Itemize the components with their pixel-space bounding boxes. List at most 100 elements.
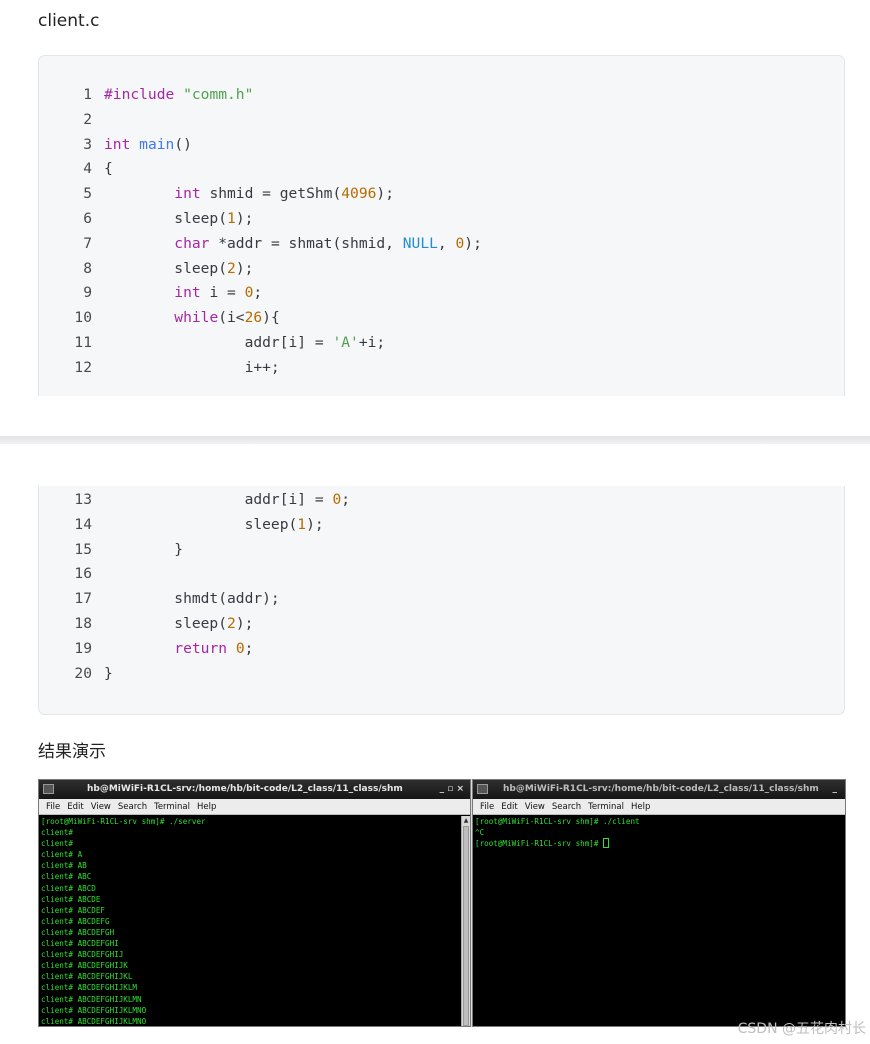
code-line: 9 int i = 0; <box>39 281 262 306</box>
terminal-line: client# <box>41 828 74 838</box>
line-number: 5 <box>83 185 92 203</box>
line-number: 9 <box>83 284 92 302</box>
client-terminal-output: [root@MiWiFi-R1CL-srv shm]# ./client ^C [r… <box>475 816 843 1026</box>
terminal-line: [root@MiWiFi-R1CL-srv shm]# ./client <box>475 817 640 826</box>
terminal-screenshot: hb@MiWiFi-R1CL-srv:/home/hb/bit-code/L2_… <box>38 779 846 1027</box>
line-number: 3 <box>83 135 92 153</box>
line-number: 8 <box>83 259 92 277</box>
line-number: 15 <box>74 540 92 558</box>
line-number: 2 <box>83 110 92 128</box>
server-terminal-titlebar[interactable]: hb@MiWiFi-R1CL-srv:/home/hb/bit-code/L2_… <box>39 780 470 799</box>
code-text: i++; <box>104 358 280 376</box>
client-terminal-titlebar[interactable]: hb@MiWiFi-R1CL-srv:/home/hb/bit-code/L2_… <box>473 780 845 799</box>
code-line: 1 #include "comm.h" <box>39 83 253 108</box>
line-number: 10 <box>74 309 92 327</box>
line-number: 19 <box>74 639 92 657</box>
terminal-icon <box>477 784 488 794</box>
line-number: 20 <box>74 664 92 682</box>
watermark: CSDN @五花肉村长 <box>737 1021 866 1037</box>
scroll-thumb[interactable] <box>463 826 469 1026</box>
menu-item-search[interactable]: Search <box>552 802 581 812</box>
code-text: sleep(1); <box>104 515 324 533</box>
terminal-line: client# ABCDEFGHIJKLMN <box>41 994 142 1004</box>
line-number: 6 <box>83 209 92 227</box>
terminal-line: client# ABCDEFGHIJKL <box>41 972 133 982</box>
code-lines: 1 #include "comm.h" 2 3 int main() 4 {5 int sh… <box>39 83 482 381</box>
code-line: 19 return 0; <box>39 637 253 662</box>
code-line: 5 int shmid = getShm(4096); <box>39 182 394 207</box>
terminal-line: client# ABCDEFGHIJKLMNO <box>41 1016 147 1026</box>
code-text: shmdt(addr); <box>104 590 280 608</box>
code-line: 17 shmdt(addr); <box>39 587 279 612</box>
menu-item-help[interactable]: Help <box>197 802 216 812</box>
menu-item-terminal[interactable]: Terminal <box>588 802 624 812</box>
menu-item-file[interactable]: File <box>46 802 60 812</box>
code-text: int shmid = getShm(4096); <box>174 185 394 203</box>
terminal-line: client# ABC <box>41 872 92 882</box>
code-line: 6 sleep(1); <box>39 207 253 232</box>
line-number: 18 <box>74 614 92 632</box>
code-text: #include "comm.h" <box>104 86 254 103</box>
server-terminal-title: hb@MiWiFi-R1CL-srv:/home/hb/bit-code/L2_… <box>87 784 403 794</box>
code-line: 7 char *addr = shmat(shmid, NULL, 0); <box>39 232 482 257</box>
code-line: 2 <box>39 108 92 133</box>
server-terminal-menubar: File Edit View Search Terminal Help <box>39 799 470 815</box>
window-controls-icon[interactable]: _ ▫ × <box>440 780 464 799</box>
line-number: 13 <box>74 491 92 508</box>
terminal-line: client# A <box>41 850 83 860</box>
menu-item-terminal[interactable]: Terminal <box>154 802 190 812</box>
menu-item-edit[interactable]: Edit <box>501 802 517 812</box>
code-text: while(i<26){ <box>174 309 280 327</box>
code-text: { <box>104 160 113 178</box>
line-number: 7 <box>83 234 92 252</box>
terminal-line: client# ABCDEFG <box>41 916 110 926</box>
menu-item-file[interactable]: File <box>480 802 494 812</box>
menu-item-view[interactable]: View <box>91 802 111 812</box>
code-line: 16 <box>39 562 92 587</box>
terminal-line: client# ABCDEFGH <box>41 927 115 937</box>
terminal-line: client# ABCDEFGHIJK <box>41 961 128 971</box>
terminal-line: [root@MiWiFi-R1CL-srv shm]# ./server <box>41 817 206 826</box>
menu-item-edit[interactable]: Edit <box>67 802 83 812</box>
terminal-line: client# ABCDEFGHIJKLM <box>41 983 138 993</box>
terminal-line: [root@MiWiFi-R1CL-srv shm]# <box>475 838 843 849</box>
file-heading: client.c <box>38 11 100 31</box>
line-number: 12 <box>74 358 92 376</box>
menu-item-search[interactable]: Search <box>118 802 147 812</box>
server-terminal-window: hb@MiWiFi-R1CL-srv:/home/hb/bit-code/L2_… <box>38 779 471 1027</box>
terminal-line: client# AB <box>41 861 87 871</box>
client-terminal-title: hb@MiWiFi-R1CL-srv:/home/hb/bit-code/L2_… <box>503 784 819 794</box>
code-line: 10 while(i<26){ <box>39 306 279 331</box>
line-number: 14 <box>74 515 92 533</box>
server-terminal-scrollbar[interactable]: ▲ <box>461 816 470 1026</box>
line-number: 11 <box>74 333 92 351</box>
terminal-line: client# ABCDE <box>41 894 101 904</box>
code-text: return 0; <box>174 639 254 657</box>
code-text: sleep(2); <box>104 259 254 277</box>
code-text: int i = 0; <box>174 284 263 302</box>
terminal-line: client# ABCDEFGHIJ <box>41 950 124 960</box>
code-text: int main() <box>104 135 192 153</box>
minimize-icon[interactable]: _ <box>833 780 838 799</box>
menu-item-help[interactable]: Help <box>631 802 650 812</box>
page-break-divider <box>0 436 870 444</box>
code-line: 11 addr[i] = 'A'+i; <box>39 331 385 356</box>
scroll-up-icon[interactable]: ▲ <box>462 816 470 825</box>
code-line: 13 addr[i] = 0; <box>39 488 350 513</box>
menu-item-view[interactable]: View <box>525 802 545 812</box>
code-text: sleep(1); <box>104 209 254 227</box>
terminal-icon <box>43 784 54 794</box>
result-heading: 结果演示 <box>38 742 106 762</box>
client-terminal-menubar: File Edit View Search Terminal Help <box>473 799 845 815</box>
code-text: addr[i] = 'A'+i; <box>104 333 386 351</box>
code-text: addr[i] = 0; <box>104 491 351 508</box>
terminal-line: client# ABCD <box>41 883 96 893</box>
code-line: 12 i++; <box>39 356 279 381</box>
terminal-line: client# ABCDEFGHI <box>41 939 119 949</box>
line-number: 4 <box>83 160 92 178</box>
code-block-part-1: 1 #include "comm.h" 2 3 int main() 4 {5 int sh… <box>38 55 845 396</box>
code-text: } <box>104 540 184 558</box>
terminal-line: ^C <box>475 828 485 838</box>
code-line: 20} <box>39 662 112 687</box>
client-terminal-window: hb@MiWiFi-R1CL-srv:/home/hb/bit-code/L2_… <box>472 779 846 1027</box>
